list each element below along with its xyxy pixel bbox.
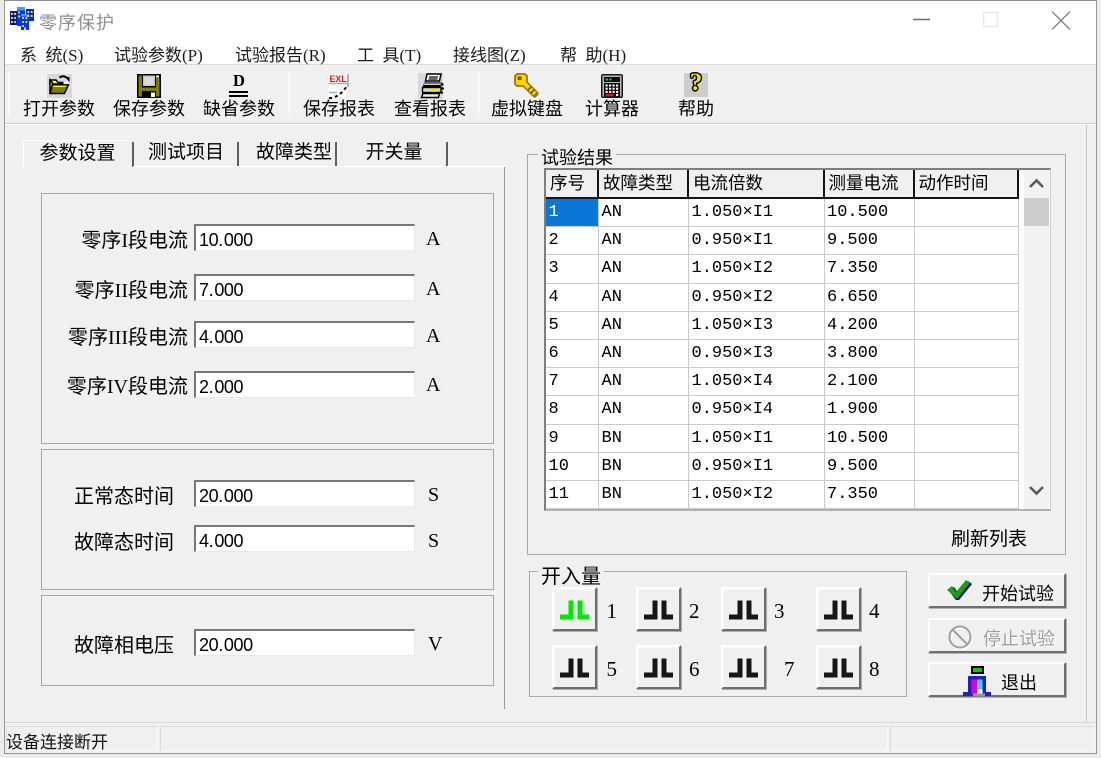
svg-text:EXL: EXL xyxy=(330,74,348,84)
